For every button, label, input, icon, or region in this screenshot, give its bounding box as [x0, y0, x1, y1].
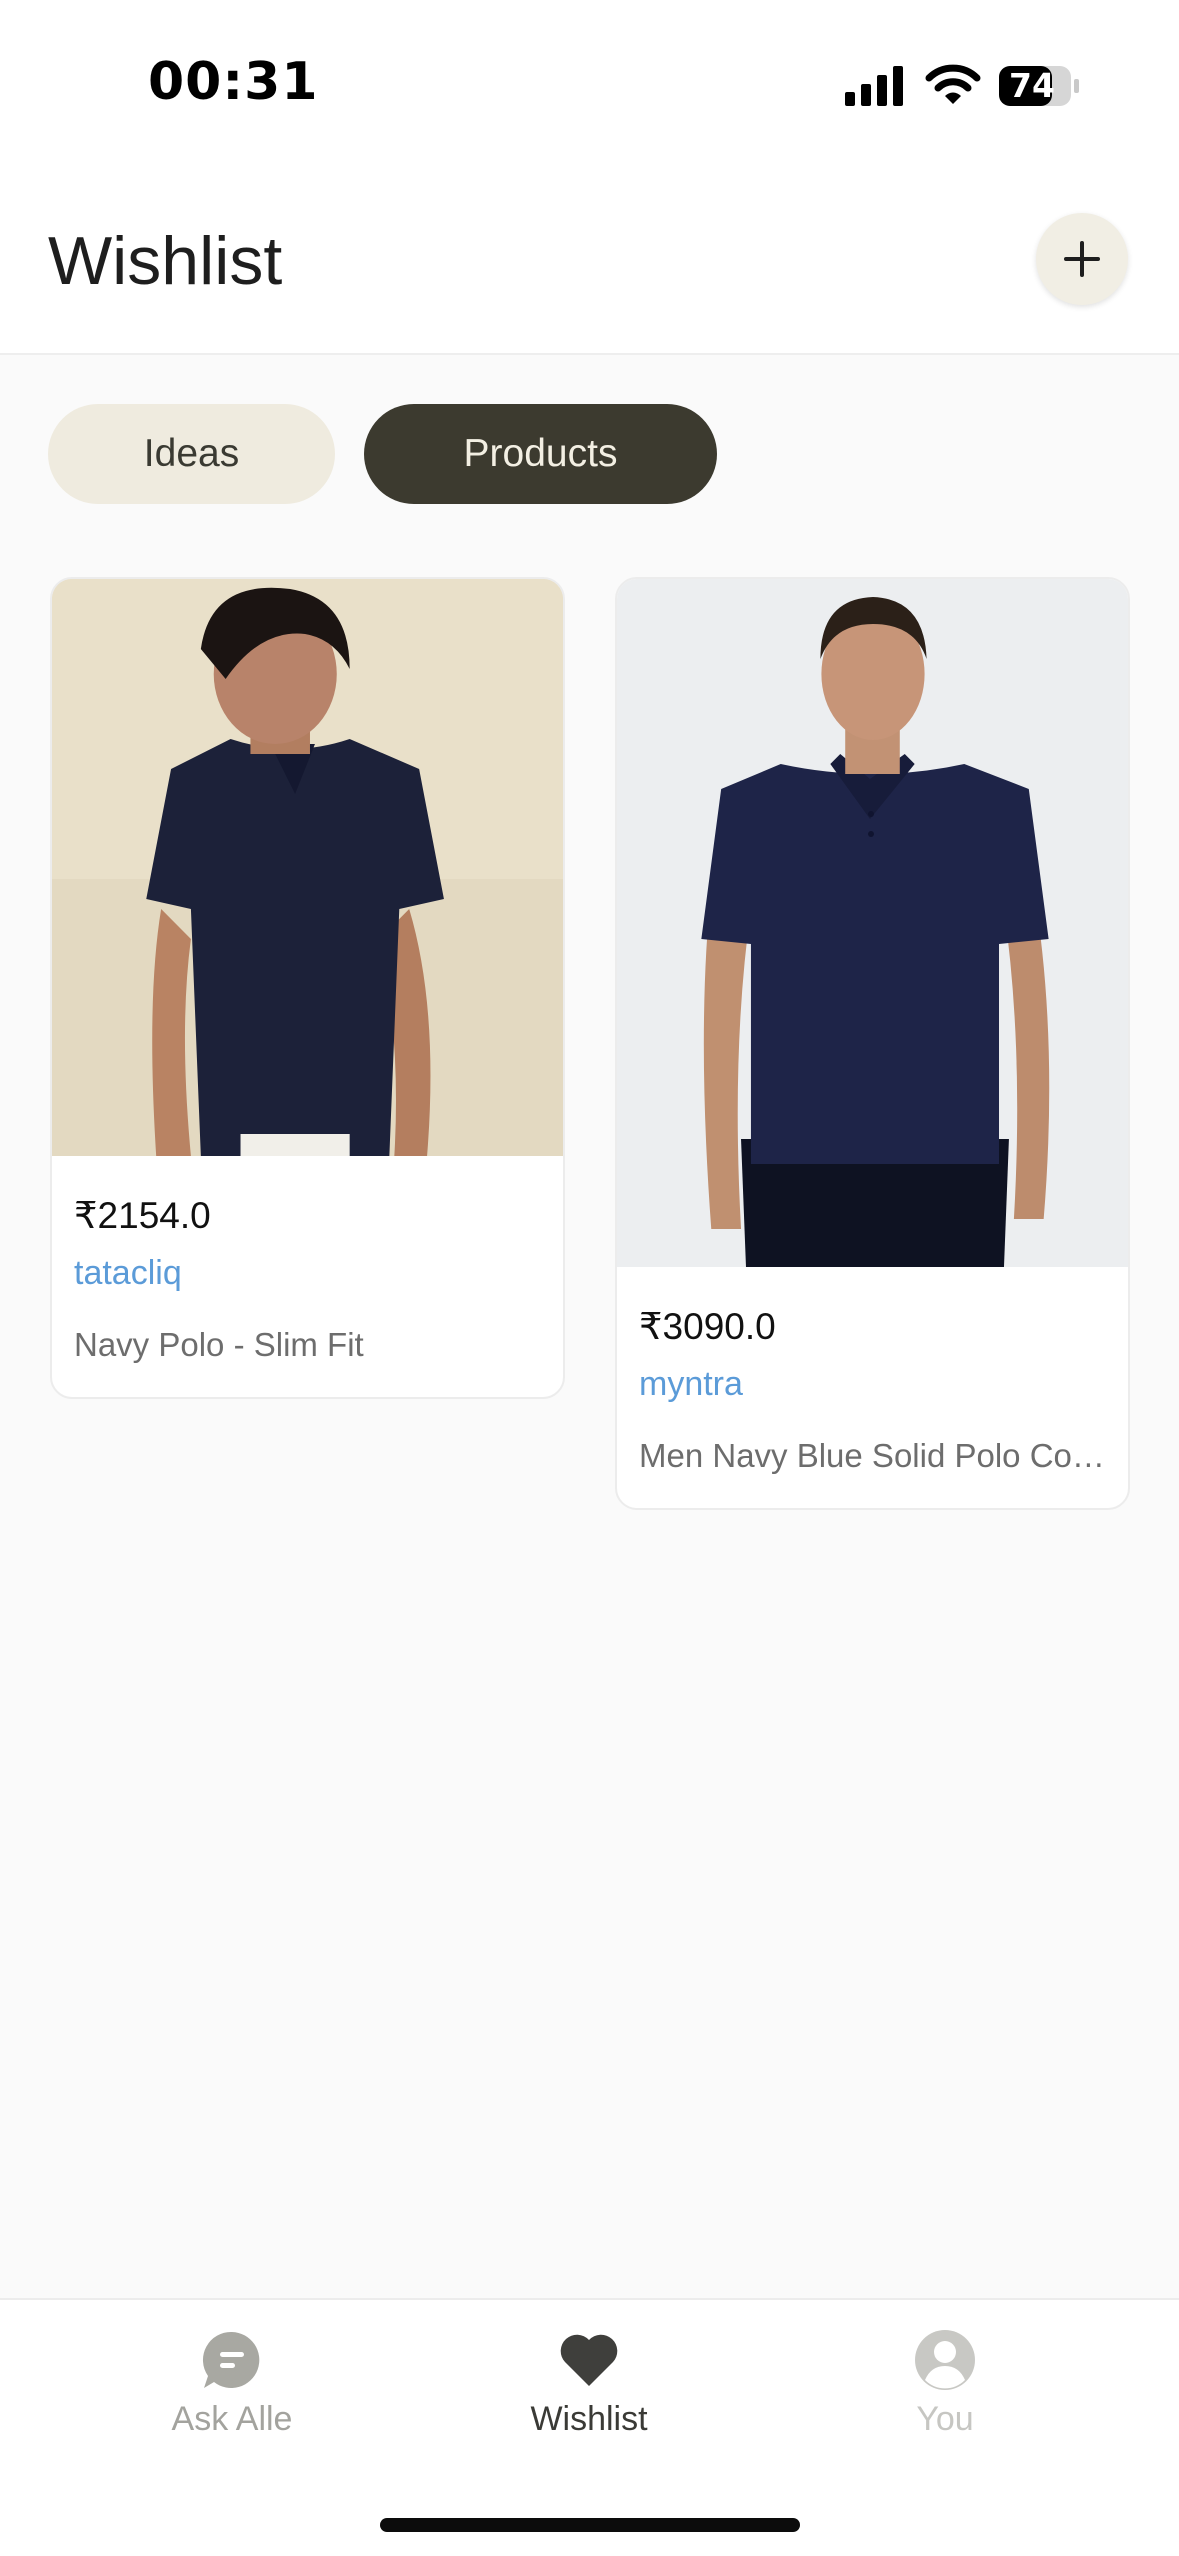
product-price: ₹2154.0: [74, 1195, 211, 1236]
product-info: ₹2154.0 tatacliq Navy Polo - Slim Fit: [52, 1156, 563, 1366]
product-card[interactable]: ₹2154.0 tatacliq Navy Polo - Slim Fit: [50, 577, 565, 1399]
product-name: Navy Polo - Slim Fit: [74, 1326, 364, 1363]
nav-label: Wishlist: [530, 2400, 648, 2438]
user-avatar-icon: [915, 2330, 975, 2390]
tab-products[interactable]: Products: [364, 404, 717, 504]
product-info: ₹3090.0 myntra Men Navy Blue Solid Polo …: [617, 1267, 1128, 1477]
tab-ideas[interactable]: Ideas: [48, 404, 335, 504]
product-store-link[interactable]: tatacliq: [74, 1252, 541, 1294]
chat-bubble-icon: [202, 2331, 260, 2388]
product-name: Men Navy Blue Solid Polo Collar T-Shirt: [639, 1437, 1106, 1474]
heart-icon: [560, 2334, 618, 2386]
signal-icon: [845, 66, 903, 106]
page-title: Wishlist: [48, 223, 283, 299]
battery-level: 74: [1009, 66, 1055, 105]
status-time: 00:31: [148, 52, 319, 112]
product-price: ₹3090.0: [639, 1306, 776, 1347]
nav-item-you[interactable]: You: [825, 2328, 1065, 2439]
nav-label: Ask Alle: [171, 2400, 293, 2438]
header: Wishlist: [0, 160, 1179, 355]
wifi-icon: [925, 64, 981, 104]
nav-label: You: [916, 2400, 974, 2438]
product-card[interactable]: ₹3090.0 myntra Men Navy Blue Solid Polo …: [615, 577, 1130, 1510]
plus-icon: [1064, 241, 1100, 277]
status-bar: 00:31 74: [0, 0, 1179, 160]
product-image[interactable]: [52, 579, 563, 1156]
add-button[interactable]: [1036, 213, 1128, 305]
home-indicator: [380, 2518, 800, 2532]
product-store-link[interactable]: myntra: [639, 1363, 1106, 1405]
product-image[interactable]: [617, 579, 1128, 1267]
nav-item-wishlist[interactable]: Wishlist: [469, 2328, 709, 2439]
nav-item-ask-alle[interactable]: Ask Alle: [112, 2328, 352, 2439]
